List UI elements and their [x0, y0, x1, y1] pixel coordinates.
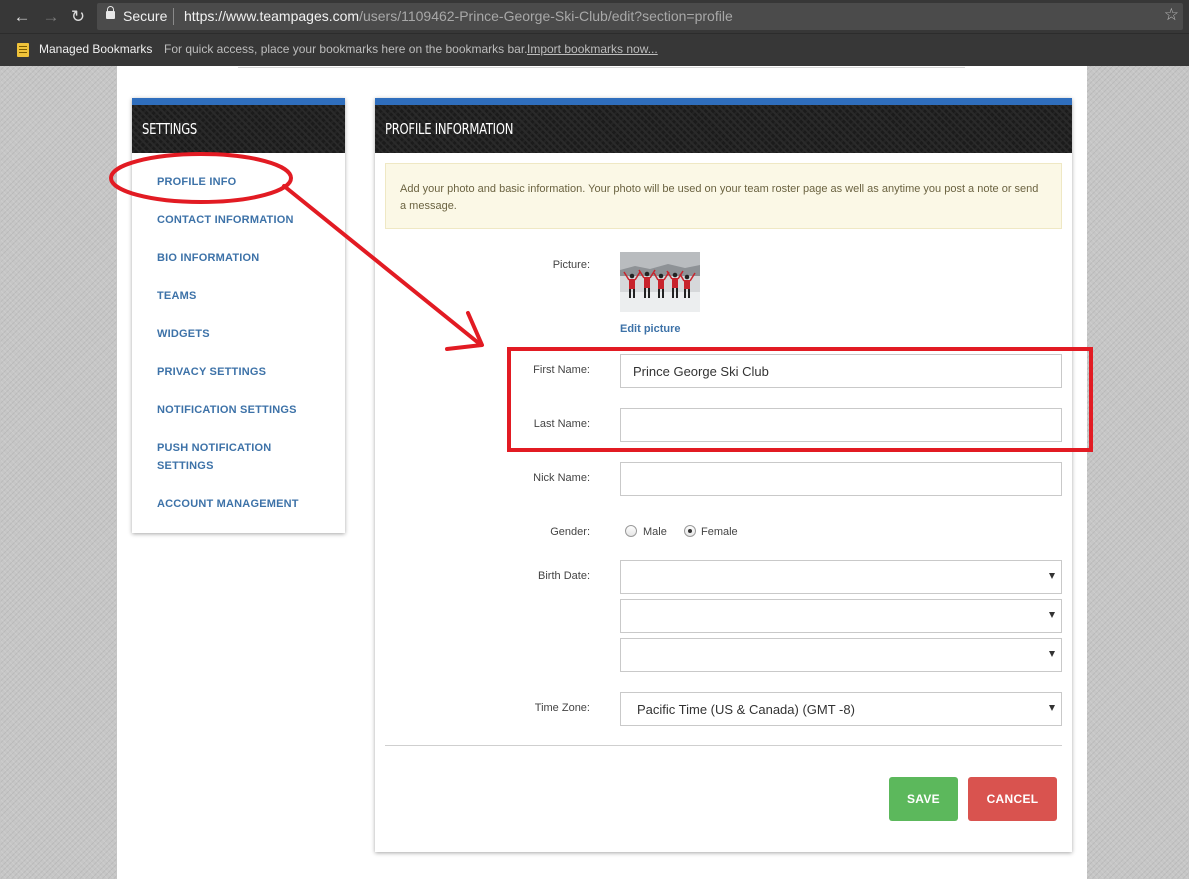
gender-male-label: Male: [643, 526, 667, 538]
sidebar-item-teams[interactable]: TEAMS: [157, 287, 327, 305]
info-notice: Add your photo and basic information. Yo…: [385, 163, 1062, 229]
time-zone-label: Time Zone:: [534, 702, 590, 714]
gender-female-label: Female: [701, 526, 738, 538]
profile-header: PROFILE INFORMATION: [375, 98, 1072, 153]
birth-year-select[interactable]: [620, 638, 1062, 672]
settings-header: SETTINGS: [132, 98, 345, 153]
managed-bookmarks-folder[interactable]: Managed Bookmarks: [39, 42, 152, 56]
bookmarks-bar: Managed Bookmarks For quick access, plac…: [0, 33, 1189, 66]
sidebar-item-privacy-settings[interactable]: PRIVACY SETTINGS: [157, 363, 327, 381]
url-host: https://www.teampages.com: [184, 8, 360, 24]
birth-date-label: Birth Date:: [538, 570, 590, 582]
sidebar-item-push-notification-settings[interactable]: PUSH NOTIFICATION SETTINGS: [157, 439, 277, 475]
chevron-down-icon: [1049, 612, 1055, 618]
settings-title: SETTINGS: [142, 120, 198, 138]
url-text[interactable]: https://www.teampages.com/users/1109462-…: [184, 8, 733, 24]
bookmark-star-icon[interactable]: ☆: [1164, 5, 1179, 25]
time-zone-value: Pacific Time (US & Canada) (GMT -8): [637, 702, 855, 717]
picture-label: Picture:: [552, 259, 590, 271]
chevron-down-icon: [1049, 573, 1055, 579]
profile-title: PROFILE INFORMATION: [385, 120, 514, 138]
managed-bookmarks-icon: [17, 43, 29, 57]
edit-picture-link[interactable]: Edit picture: [620, 323, 681, 335]
sidebar-item-profile-info[interactable]: PROFILE INFO: [157, 173, 327, 191]
gender-label: Gender:: [550, 526, 590, 538]
gender-male-radio[interactable]: [625, 525, 637, 537]
last-name-label: Last Name:: [533, 418, 590, 430]
chevron-down-icon: [1049, 705, 1055, 711]
sidebar-item-bio-information[interactable]: BIO INFORMATION: [157, 249, 327, 267]
profile-photo: [620, 252, 700, 312]
import-bookmarks-link[interactable]: Import bookmarks now...: [527, 42, 658, 56]
chevron-down-icon: [1049, 651, 1055, 657]
bookmarks-hint: For quick access, place your bookmarks h…: [164, 42, 528, 56]
nick-name-input[interactable]: [620, 462, 1062, 496]
birth-month-select[interactable]: [620, 560, 1062, 594]
secure-label: Secure: [123, 8, 168, 24]
nick-name-label: Nick Name:: [533, 472, 590, 484]
address-bar[interactable]: Secure https://www.teampages.com/users/1…: [97, 3, 1183, 30]
url-path: /users/1109462-Prince-George-Ski-Club/ed…: [359, 8, 733, 24]
back-arrow-icon[interactable]: ←: [12, 7, 32, 27]
address-separator: [173, 8, 174, 25]
forward-arrow-icon[interactable]: →: [41, 7, 61, 27]
cancel-button[interactable]: CANCEL: [968, 777, 1057, 821]
save-button[interactable]: SAVE: [889, 777, 958, 821]
gender-female-radio[interactable]: [684, 525, 696, 537]
reload-icon[interactable]: ↻: [68, 7, 88, 27]
profile-photo-image: [620, 252, 700, 312]
sidebar-item-account-management[interactable]: ACCOUNT MANAGEMENT: [157, 495, 327, 513]
lock-icon: [106, 6, 115, 19]
browser-toolbar: ← → ↻ Secure https://www.teampages.com/u…: [0, 0, 1189, 33]
first-name-input[interactable]: [620, 354, 1062, 388]
first-name-label: First Name:: [533, 364, 590, 376]
sidebar-item-notification-settings[interactable]: NOTIFICATION SETTINGS: [157, 401, 327, 419]
sidebar-item-widgets[interactable]: WIDGETS: [157, 325, 327, 343]
header-rule: [238, 67, 965, 68]
profile-panel: PROFILE INFORMATION Add your photo and b…: [375, 98, 1072, 852]
time-zone-select[interactable]: Pacific Time (US & Canada) (GMT -8): [620, 692, 1062, 726]
birth-day-select[interactable]: [620, 599, 1062, 633]
settings-sidebar: SETTINGS PROFILE INFO CONTACT INFORMATIO…: [132, 98, 345, 533]
last-name-input[interactable]: [620, 408, 1062, 442]
sidebar-item-contact-information[interactable]: CONTACT INFORMATION: [157, 211, 327, 229]
form-divider: [385, 745, 1062, 746]
